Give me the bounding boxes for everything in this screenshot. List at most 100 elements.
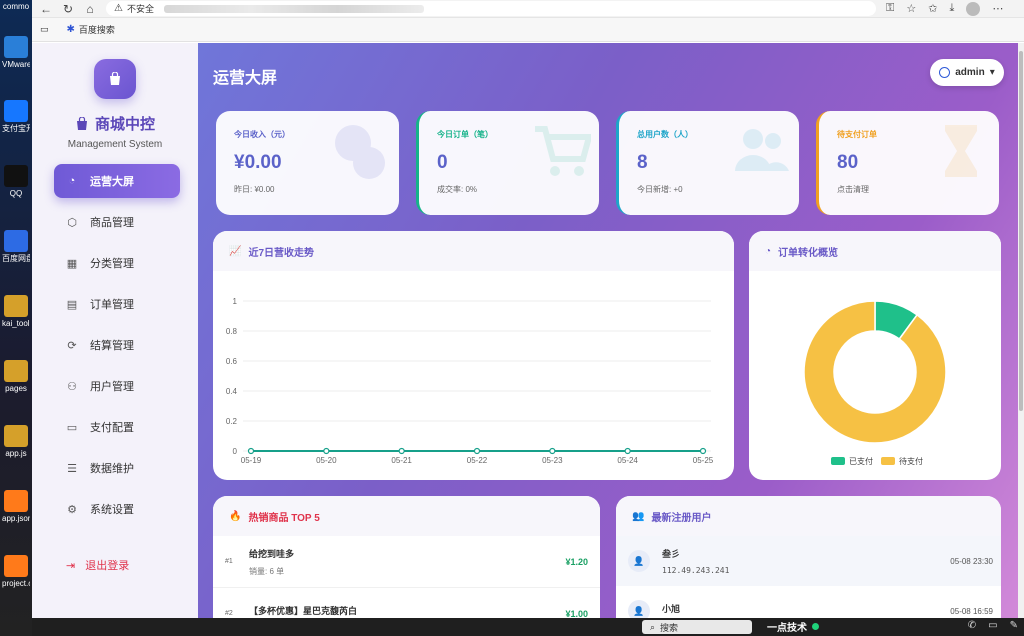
star-icon[interactable]: ☆ [906,2,916,15]
legend-label: 待支付 [899,456,923,466]
app-icon [4,295,28,317]
y-tick-label: 0.6 [226,357,238,366]
sidebar-item[interactable]: ⟳ 结算管理 [54,328,180,362]
users-icon: ⚇ [67,380,77,393]
data-point [323,447,330,455]
user-register-time: 05-08 23:30 [950,556,993,566]
legend-swatch [881,457,895,465]
sidebar-item[interactable]: ⚙ 系统设置 [54,492,180,526]
desktop-icon-label: app.js [5,449,27,458]
user-ip: 112.49.243.241 [662,566,730,575]
user-plus-icon: 👥 [632,510,645,522]
data-point [699,447,707,455]
profile-avatar[interactable] [966,1,981,16]
x-tick-label: 05-23 [542,456,563,465]
donut-slice[interactable] [803,300,947,444]
desktop-strip: commo VMware Workstat 支付宝开放 台密钥工 QQ 百度网盘同 空间… [0,0,32,636]
x-tick-label: 05-22 [467,456,488,465]
y-tick-label: 0 [233,447,238,456]
app-icon [4,425,28,447]
desktop-icon-label: app.json [2,514,30,523]
scrollbar-thumb[interactable] [1019,51,1023,411]
sidebar-item[interactable]: ▭ 支付配置 [54,410,180,444]
conversion-donut-chart: 已支付 待支付 [803,300,947,466]
logout-button[interactable]: ⇥ 退出登录 [54,557,129,573]
product-sales: 销量: 6 单 [249,566,285,576]
desktop-icon[interactable]: app.json [2,490,30,523]
desktop-icon[interactable]: VMware Workstat [2,36,30,69]
sidebar-item[interactable]: ⚇ 用户管理 [54,369,180,403]
x-tick-label: 05-25 [693,456,714,465]
app-icon [4,36,28,58]
grid-icon: ▦ [66,257,78,270]
data-point [549,447,556,455]
stat-sub: 成交率: 0% [437,185,478,194]
box-icon: ⬡ [67,216,77,229]
url-input[interactable]: ⚠ 不安全 [106,1,876,16]
stat-card-pending[interactable]: 待支付订单 80 点击清理 [816,111,999,215]
tab-icon[interactable]: ▭ [40,24,49,35]
hourglass-icon [945,125,977,177]
sidebar-item[interactable]: ▤ 订单管理 [54,287,180,321]
sidebar-item-label: 订单管理 [90,299,134,311]
bookmark-baidu[interactable]: ✱ 百度搜索 [67,23,115,36]
app-icon [4,490,28,512]
stat-card-orders: 今日订单（笔） 0 成交率: 0% [416,111,599,215]
top5-row[interactable]: #1 给挖到哇多 销量: 6 单 ¥1.20 [213,536,600,588]
stat-card-users: 总用户数（人） 8 今日新增: +0 [616,111,799,215]
y-tick-label: 0.2 [226,417,238,426]
line-chart-icon: 📈 [229,245,242,257]
sidebar-item-label: 系统设置 [90,504,134,516]
y-tick-label: 0.4 [226,387,238,396]
conversion-card-title: 订单转化概览 [778,247,839,259]
user-name: 小旭 [662,603,681,614]
page-title: 运营大屏 [213,70,278,87]
user-icon: 👤 [628,550,650,572]
desktop-icon[interactable]: app.js [2,425,30,458]
pen-icon[interactable]: ✎ [1010,620,1018,631]
data-point [398,447,405,455]
rank-badge: #2 [225,610,233,617]
sidebar-item-label: 分类管理 [90,258,134,270]
window-icon[interactable]: ▭ [988,620,997,631]
taskbar-search[interactable]: ⌕ 搜索 [642,620,752,634]
sidebar-item[interactable]: ◔ 运营大屏 [54,164,180,198]
app-icon [4,230,28,252]
sidebar-item-label: 商品管理 [90,217,134,229]
desktop-icon-label: 支付宝开放 台密钥工 [2,124,30,133]
desktop-icon[interactable]: commo [2,2,30,11]
conversion-card: ◔ 订单转化概览 已支付 待支付 [749,231,1001,480]
download-icon[interactable]: ⤓ [949,2,954,15]
desktop-icon[interactable]: 百度网盘同 空间 [2,230,30,263]
sidebar-item[interactable]: ☰ 数据维护 [54,451,180,485]
list-icon: ▤ [66,298,78,311]
taskbar: ⌕ 搜索 一点技术 ✆ ▭ ✎ [32,618,1024,636]
favorites-icon[interactable]: ✩ [928,2,937,15]
desktop-icon[interactable]: pages [2,360,30,393]
app-icon [4,360,28,382]
home-icon[interactable]: ⌂ [82,1,98,17]
back-icon[interactable]: ← [38,1,54,17]
bag-icon [110,72,120,85]
more-icon[interactable]: ⋯ [992,2,1003,15]
phone-icon[interactable]: ✆ [968,620,976,631]
x-tick-label: 05-24 [617,456,638,465]
desktop-icon[interactable]: kai_tools [2,295,30,328]
top5-card-header: 🔥 热销商品 TOP 5 [213,496,600,536]
desktop-icon[interactable]: 支付宝开放 台密钥工 [2,100,30,133]
key-icon[interactable]: ⚿ [886,2,894,15]
reload-icon[interactable]: ↻ [60,1,76,17]
conversion-card-header: ◔ 订单转化概览 [749,231,1001,271]
taskbar-news[interactable]: 一点技术 [767,619,819,634]
desktop-icon[interactable]: project.c [2,555,30,588]
users-icon [735,129,789,171]
rank-badge: #1 [225,558,233,565]
sidebar-item-label: 用户管理 [90,381,134,393]
desktop-icon[interactable]: QQ [2,165,30,198]
user-row[interactable]: 👤 叁彡 112.49.243.241 05-08 23:30 [616,536,1001,586]
page-scrollbar[interactable] [1018,43,1024,618]
sidebar-item[interactable]: ⬡ 商品管理 [54,205,180,239]
data-point [624,447,631,455]
user-menu-button[interactable]: admin ▾ [930,59,1004,86]
sidebar-item[interactable]: ▦ 分类管理 [54,246,180,280]
